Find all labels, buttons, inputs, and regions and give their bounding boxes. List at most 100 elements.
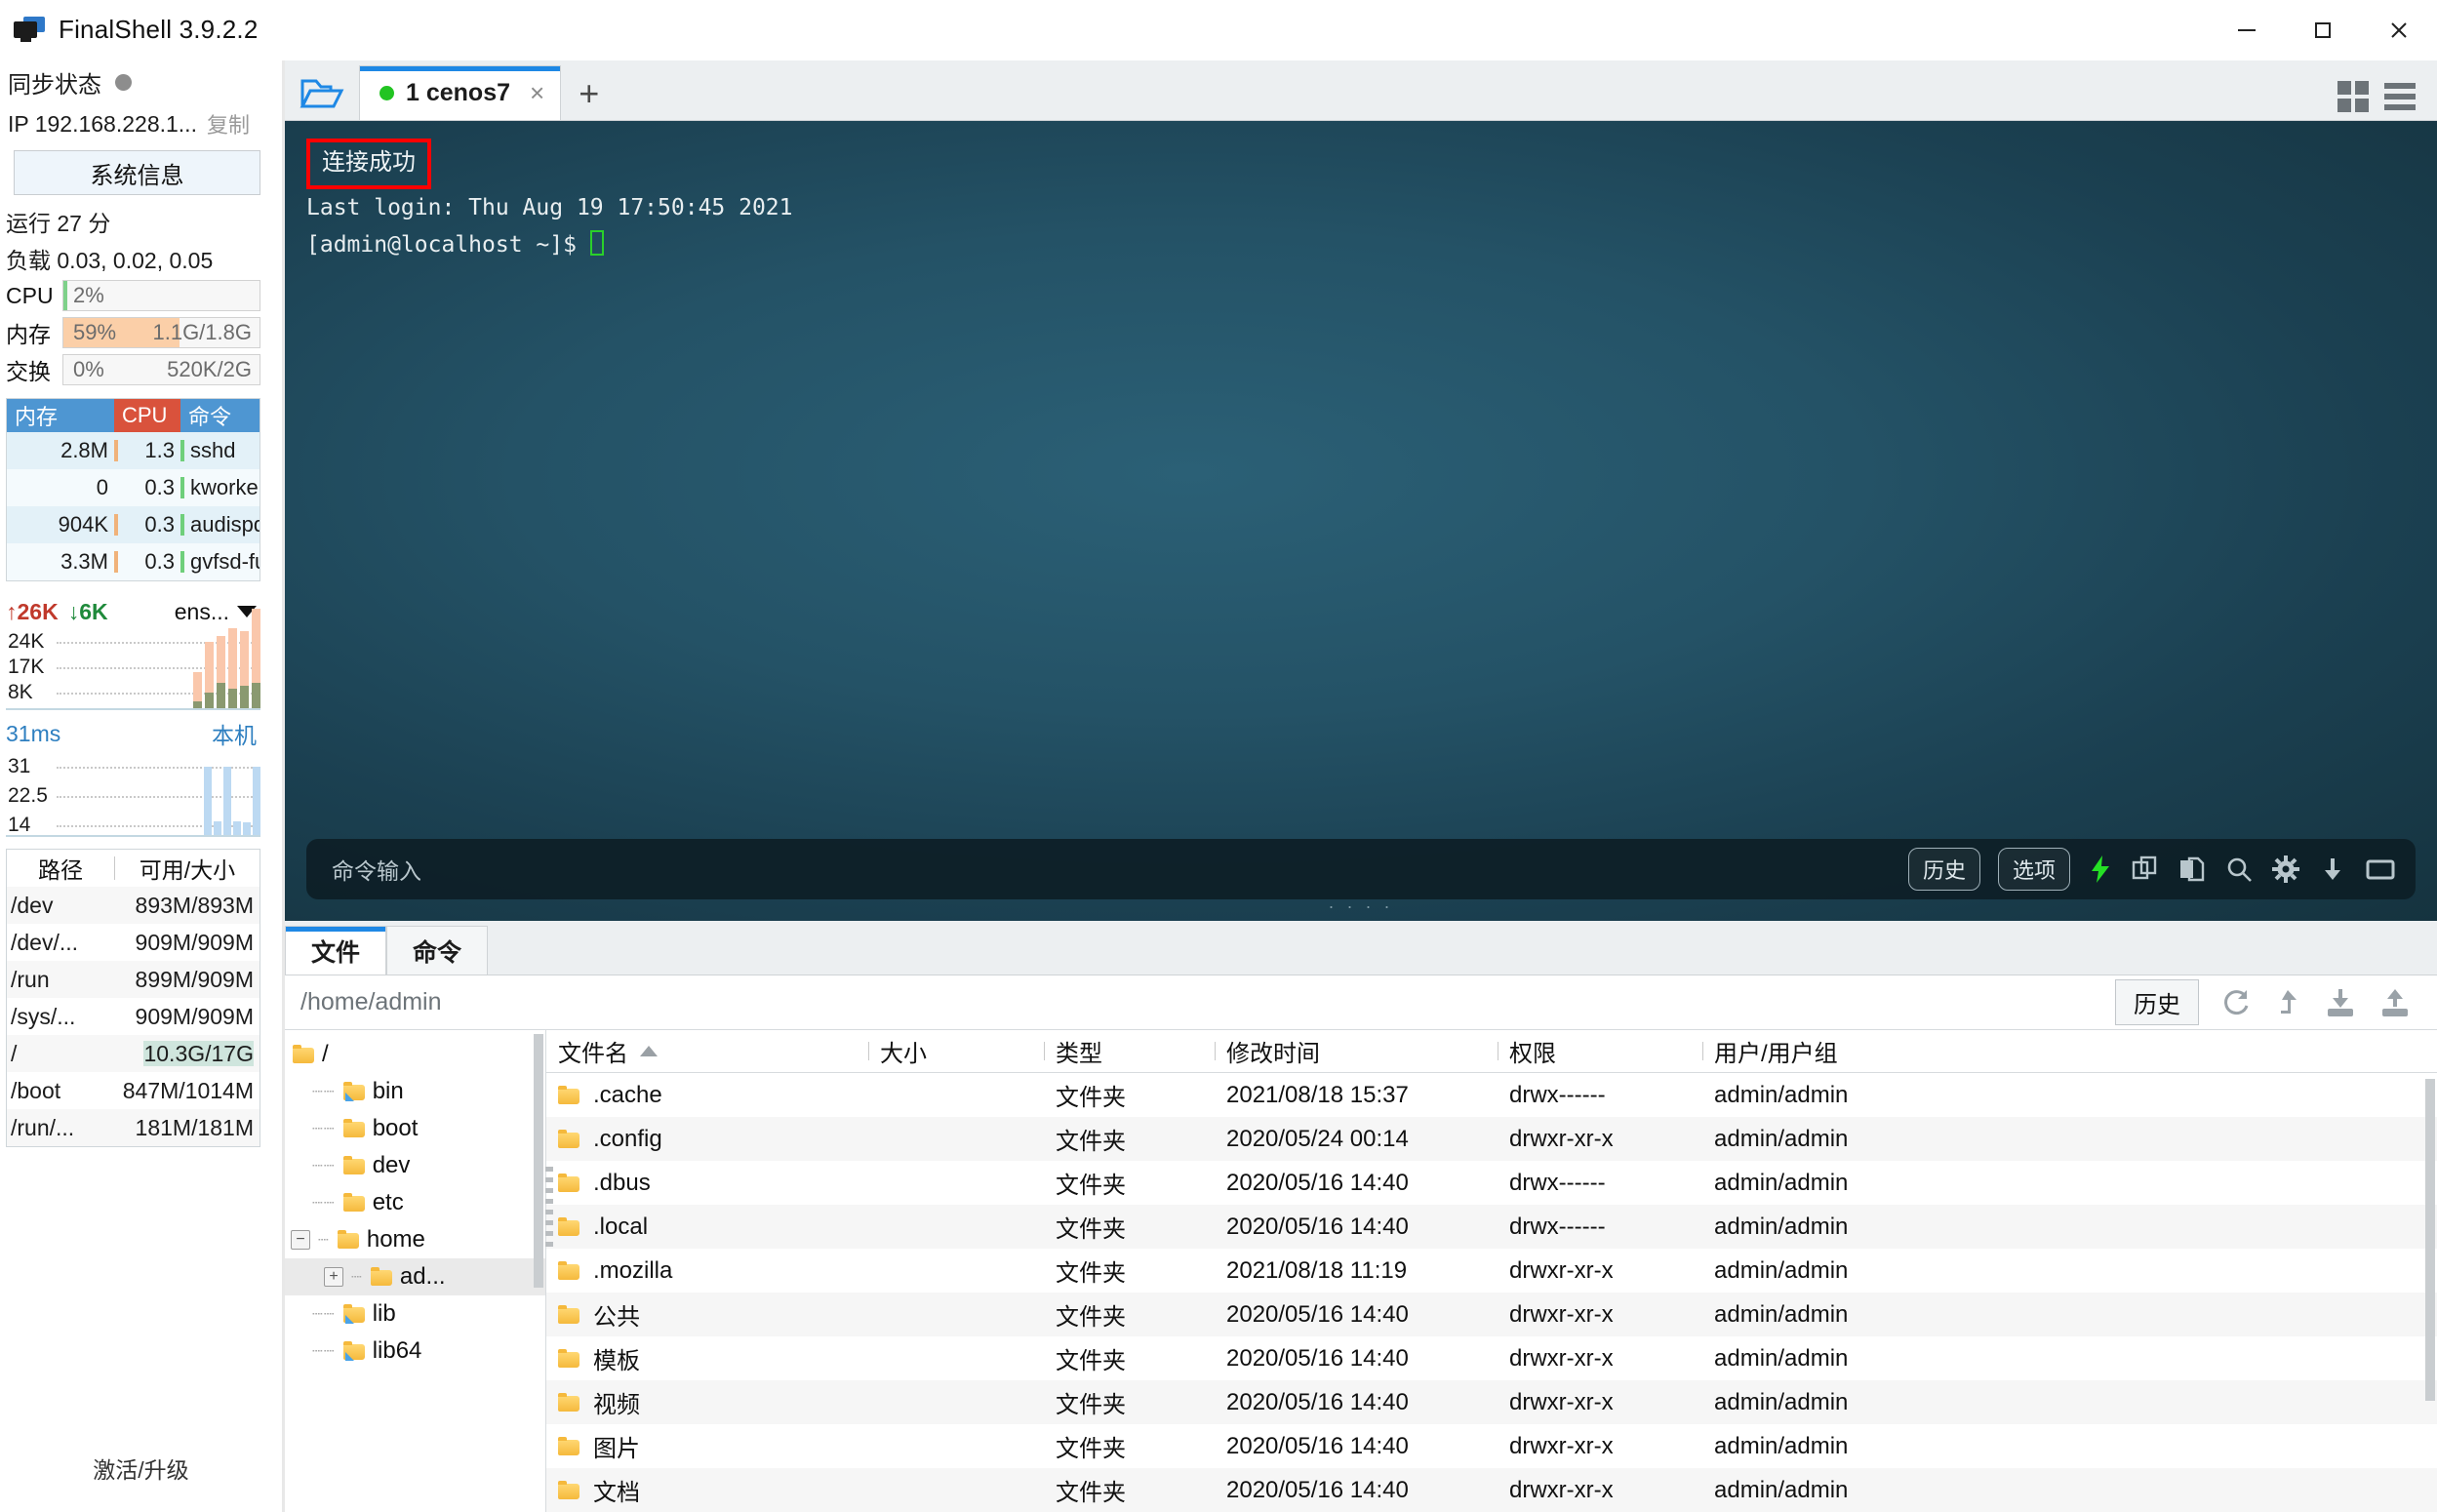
tree-scrollbar[interactable] [534, 1034, 543, 1288]
file-name-cell: .dbus [546, 1170, 868, 1197]
table-row[interactable]: 2.8M 1.3 sshd [7, 432, 260, 469]
table-row[interactable]: /run 899M/909M [7, 961, 260, 998]
panel-resize-handle[interactable]: · · · · [1329, 896, 1394, 917]
terminal-pane[interactable]: 连接成功 Last login: Thu Aug 19 17:50:45 202… [285, 121, 2437, 921]
column-mtime[interactable]: 修改时间 [1215, 1034, 1498, 1068]
folder-icon [558, 1173, 579, 1192]
table-row[interactable]: / 10.3G/17G [7, 1035, 260, 1072]
net-bar [228, 628, 237, 708]
table-row[interactable]: .local 文件夹 2020/05/16 14:40 drwx------ a… [546, 1205, 2437, 1249]
table-row[interactable]: /sys/... 909M/909M [7, 998, 260, 1035]
copy-icon[interactable] [2131, 855, 2160, 884]
column-permissions[interactable]: 权限 [1498, 1034, 1702, 1068]
open-folder-icon[interactable] [285, 67, 359, 120]
refresh-icon[interactable] [2220, 987, 2252, 1018]
disk-col-path[interactable]: 路径 [7, 852, 114, 885]
column-type[interactable]: 类型 [1044, 1034, 1215, 1068]
system-info-button[interactable]: 系统信息 [14, 150, 260, 195]
table-row[interactable]: 文档 文件夹 2020/05/16 14:40 drwxr-xr-x admin… [546, 1468, 2437, 1512]
tree-node-lib64[interactable]: ┈┈ lib64 [285, 1333, 545, 1370]
table-row[interactable]: 904K 0.3 audispd [7, 506, 260, 543]
session-tab-cenos7[interactable]: 1 cenos7 × [359, 65, 562, 120]
disk-path: /sys/... [11, 1003, 76, 1029]
tree-node-etc[interactable]: ┈┈ etc [285, 1184, 545, 1221]
disk-col-size[interactable]: 可用/大小 [115, 852, 260, 885]
process-col-cpu[interactable]: CPU [114, 399, 180, 432]
options-button[interactable]: 选项 [1997, 848, 2070, 891]
tree-node-bin[interactable]: ┈┈ bin [285, 1073, 545, 1110]
tab-files[interactable]: 文件 [285, 926, 387, 975]
table-row[interactable]: 0 0.3 kworker, [7, 469, 260, 506]
table-row[interactable]: 图片 文件夹 2020/05/16 14:40 drwxr-xr-x admin… [546, 1424, 2437, 1468]
metric-cpu-percent: 2% [73, 283, 104, 307]
table-row[interactable]: 视频 文件夹 2020/05/16 14:40 drwxr-xr-x admin… [546, 1380, 2437, 1424]
copy-ip-button[interactable]: 复制 [207, 108, 250, 139]
lightning-icon[interactable] [2088, 855, 2113, 884]
table-row[interactable]: /run/... 181M/181M [7, 1109, 260, 1146]
network-interface-select[interactable]: ens... [175, 599, 260, 625]
column-owner[interactable]: 用户/用户组 [1702, 1034, 2437, 1068]
folder-icon [558, 1480, 579, 1499]
tab-commands[interactable]: 命令 [386, 926, 489, 975]
column-size[interactable]: 大小 [868, 1034, 1044, 1068]
command-input[interactable]: 命令输入 [320, 853, 421, 886]
table-row[interactable]: /dev/... 909M/909M [7, 924, 260, 961]
table-row[interactable]: 模板 文件夹 2020/05/16 14:40 drwxr-xr-x admin… [546, 1336, 2437, 1380]
tree-node-boot[interactable]: ┈┈ boot [285, 1110, 545, 1147]
parent-dir-icon[interactable] [2273, 987, 2302, 1018]
table-row[interactable]: 3.3M 0.3 gvfsd-fu [7, 543, 260, 580]
folder-icon [558, 1392, 579, 1412]
file-owner-cell: admin/admin [1714, 1081, 1849, 1108]
sync-status-row: 同步状态 [0, 60, 282, 103]
table-row[interactable]: /dev 893M/893M [7, 887, 260, 924]
disk-path: /run [11, 966, 50, 992]
minimize-button[interactable] [2209, 0, 2285, 60]
tree-node-dev[interactable]: ┈┈ dev [285, 1147, 545, 1184]
gear-icon[interactable] [2271, 855, 2300, 884]
tree-node-root[interactable]: / [285, 1036, 545, 1073]
table-row[interactable]: .config 文件夹 2020/05/24 00:14 drwxr-xr-x … [546, 1117, 2437, 1161]
process-col-mem[interactable]: 内存 [7, 399, 114, 432]
filelist-splitter[interactable] [545, 1167, 553, 1284]
file-owner-cell: admin/admin [1714, 1476, 1849, 1503]
table-row[interactable]: .dbus 文件夹 2020/05/16 14:40 drwx------ ad… [546, 1161, 2437, 1205]
close-button[interactable] [2361, 0, 2437, 60]
expand-icon[interactable]: + [324, 1267, 343, 1287]
latency-bar [233, 821, 241, 835]
path-history-button[interactable]: 历史 [2115, 979, 2199, 1025]
download-icon[interactable] [2324, 987, 2357, 1018]
maximize-button[interactable] [2285, 0, 2361, 60]
file-owner-cell: admin/admin [1714, 1169, 1849, 1196]
table-row[interactable]: .cache 文件夹 2021/08/18 15:37 drwx------ a… [546, 1073, 2437, 1117]
table-row[interactable]: .mozilla 文件夹 2021/08/18 11:19 drwxr-xr-x… [546, 1249, 2437, 1293]
command-input-bar[interactable]: 命令输入 历史 选项 [306, 839, 2416, 899]
paste-icon[interactable] [2177, 855, 2207, 884]
table-row[interactable]: /boot 847M/1014M [7, 1072, 260, 1109]
tree-node-admin[interactable]: + ┈ ad... [285, 1258, 545, 1295]
grid-view-icon[interactable] [2337, 81, 2369, 112]
file-name-cell: .config [546, 1126, 868, 1153]
history-button[interactable]: 历史 [1907, 848, 1980, 891]
file-list-scrollbar[interactable] [2425, 1079, 2435, 1401]
process-col-cmd[interactable]: 命令 [180, 399, 260, 432]
window-controls [2209, 0, 2437, 60]
search-icon[interactable] [2224, 855, 2254, 884]
tree-node-label: boot [372, 1115, 419, 1141]
upload-icon[interactable] [2378, 987, 2412, 1018]
collapse-icon[interactable]: − [291, 1230, 310, 1250]
file-owner-cell: admin/admin [1714, 1432, 1849, 1459]
activate-upgrade-link[interactable]: 激活/升级 [0, 1452, 282, 1512]
table-row[interactable]: 公共 文件夹 2020/05/16 14:40 drwxr-xr-x admin… [546, 1293, 2437, 1336]
window-icon[interactable] [2365, 855, 2396, 884]
new-tab-button[interactable]: + [561, 73, 617, 114]
file-name-cell: 公共 [546, 1297, 868, 1332]
metric-cpu-label: CPU [6, 282, 54, 308]
download-icon[interactable] [2318, 855, 2347, 884]
hamburger-menu-icon[interactable] [2384, 83, 2416, 110]
main-area: 1 cenos7 × + 连接成功 Last login: Thu Aug 19… [285, 60, 2437, 1512]
tree-node-home[interactable]: − ┈ home [285, 1221, 545, 1258]
close-icon[interactable]: × [530, 78, 544, 108]
current-path[interactable]: /home/admin [300, 988, 442, 1016]
column-filename[interactable]: 文件名 [546, 1034, 868, 1068]
tree-node-lib[interactable]: ┈┈ lib [285, 1295, 545, 1333]
